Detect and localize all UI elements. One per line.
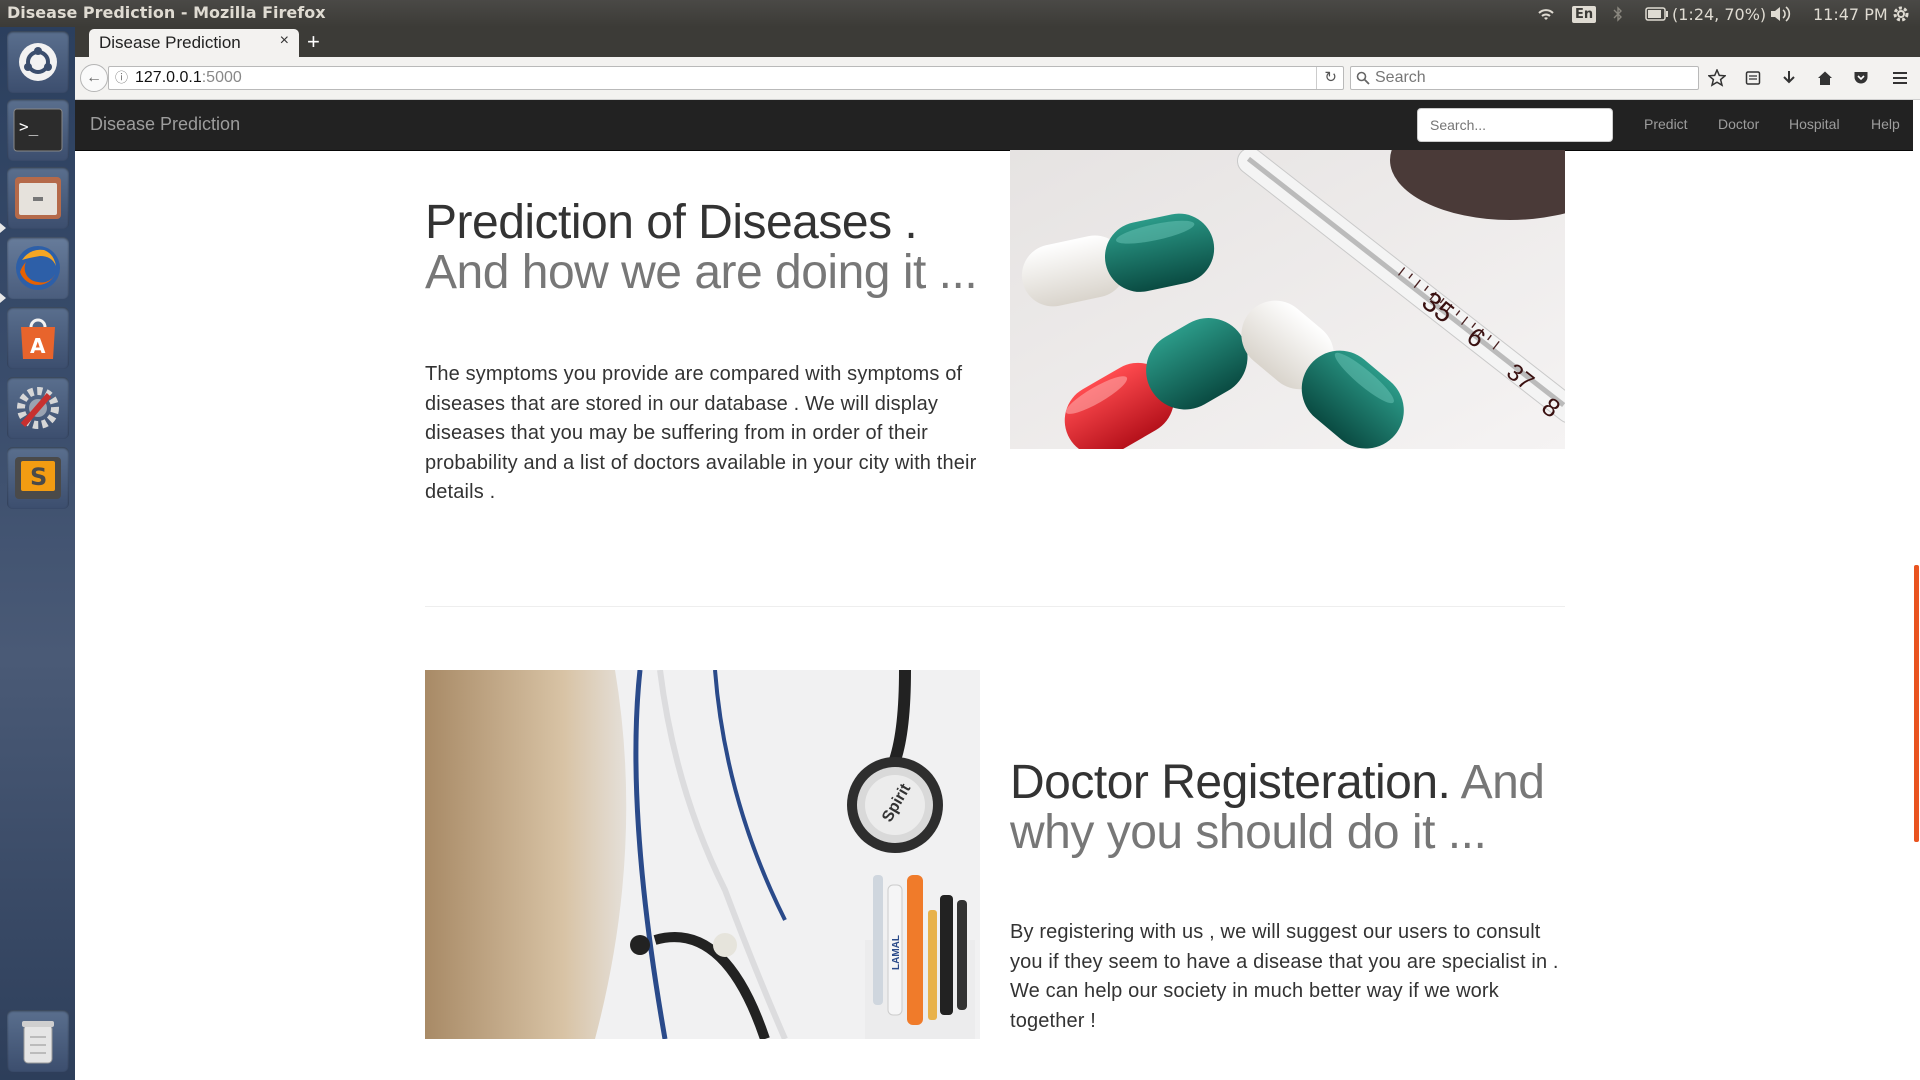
wifi-icon[interactable] — [1536, 3, 1556, 25]
site-navbar: Disease Prediction Predict Doctor Hospit… — [75, 100, 1913, 151]
reload-icon[interactable]: ↻ — [1316, 67, 1337, 89]
back-arrow-icon: ← — [86, 69, 102, 86]
sublime-text-icon[interactable]: S — [7, 447, 69, 509]
running-indicator — [0, 293, 6, 303]
feature-heading-prediction: Prediction of Diseases . And how we are … — [425, 198, 1005, 298]
keyboard-layout-indicator[interactable]: En — [1572, 3, 1597, 25]
url-port: :5000 — [201, 69, 242, 86]
top-panel: Disease Prediction - Mozilla Firefox En … — [0, 0, 1920, 27]
pen-label: LAMAL — [891, 935, 902, 970]
browser-search-input[interactable]: Search — [1350, 66, 1699, 90]
clock[interactable]: 11:47 PM — [1813, 3, 1888, 25]
feature-heading-muted: And how we are doing it ... — [425, 246, 978, 299]
feature-text-doctor-registration: By registering with us , we will suggest… — [1010, 921, 1559, 1032]
pills-thermometer-image: 35 6 37 8 — [1010, 150, 1565, 449]
info-icon[interactable]: ⓘ — [115, 67, 128, 89]
tab-title: Disease Prediction — [99, 33, 241, 52]
download-icon[interactable] — [1779, 68, 1799, 88]
scrollbar-thumb[interactable] — [1914, 565, 1919, 842]
nav-link-doctor[interactable]: Doctor — [1718, 116, 1759, 132]
nav-link-hospital[interactable]: Hospital — [1789, 116, 1840, 132]
svg-text:A: A — [30, 334, 46, 358]
window-title: Disease Prediction - Mozilla Firefox — [7, 3, 326, 22]
trash-icon[interactable] — [7, 1010, 69, 1072]
url-bar[interactable]: ⓘ 127.0.0.1:5000 ↻ — [108, 66, 1344, 90]
pocket-icon[interactable] — [1851, 68, 1871, 88]
navigation-toolbar: ← ⓘ 127.0.0.1:5000 ↻ Search — [75, 57, 1920, 100]
keyboard-layout-label: En — [1572, 5, 1597, 23]
search-icon — [1356, 70, 1370, 92]
feature-heading-main: Prediction of Diseases . — [425, 196, 918, 249]
nav-link-help[interactable]: Help — [1871, 116, 1900, 132]
section-divider — [425, 606, 1565, 607]
hamburger-menu-icon[interactable] — [1890, 68, 1910, 88]
battery-indicator[interactable]: (1:24, 70%) — [1645, 3, 1766, 25]
url-host: 127.0.0.1 — [135, 69, 202, 86]
feature-heading-doctor-registration: Doctor Registeration. And why you should… — [1010, 758, 1570, 858]
running-indicator — [0, 223, 6, 233]
site-brand[interactable]: Disease Prediction — [90, 114, 240, 135]
back-button[interactable]: ← — [80, 64, 108, 92]
site-search-input[interactable] — [1417, 108, 1613, 142]
bluetooth-icon[interactable] — [1613, 3, 1623, 25]
launcher: >_ A S — [0, 27, 76, 1080]
files-icon[interactable] — [7, 167, 69, 229]
close-icon[interactable]: × — [280, 32, 289, 50]
svg-text:>_: >_ — [19, 117, 39, 136]
home-icon[interactable] — [1815, 68, 1835, 88]
volume-icon[interactable] — [1769, 3, 1793, 25]
doctor-coat-image: Spirit LAMAL — [425, 670, 980, 1039]
software-center-icon[interactable]: A — [7, 307, 69, 369]
nav-link-predict[interactable]: Predict — [1644, 116, 1688, 132]
page-viewport: Disease Prediction Predict Doctor Hospit… — [75, 100, 1920, 1080]
browser-search-placeholder: Search — [1375, 69, 1426, 86]
battery-icon — [1645, 7, 1669, 21]
bookmark-star-icon[interactable] — [1707, 68, 1727, 88]
feature-text-prediction: The symptoms you provide are compared wi… — [425, 363, 977, 503]
url-text: 127.0.0.1:5000 — [135, 67, 242, 89]
ubuntu-dash-icon[interactable] — [7, 31, 69, 93]
tab-strip: Disease Prediction × + — [75, 27, 1920, 57]
reading-list-icon[interactable] — [1743, 68, 1763, 88]
new-tab-button[interactable]: + — [307, 29, 320, 55]
system-settings-icon[interactable] — [7, 377, 69, 439]
clock-text: 11:47 PM — [1813, 4, 1888, 24]
feature-heading-main: Doctor Registeration. — [1010, 756, 1451, 809]
terminal-icon[interactable]: >_ — [7, 99, 69, 161]
svg-text:S: S — [30, 463, 47, 491]
gear-icon[interactable] — [1891, 3, 1911, 25]
tab-disease-prediction[interactable]: Disease Prediction × — [89, 29, 299, 57]
firefox-icon[interactable] — [7, 237, 69, 299]
battery-text: (1:24, 70%) — [1672, 4, 1767, 24]
